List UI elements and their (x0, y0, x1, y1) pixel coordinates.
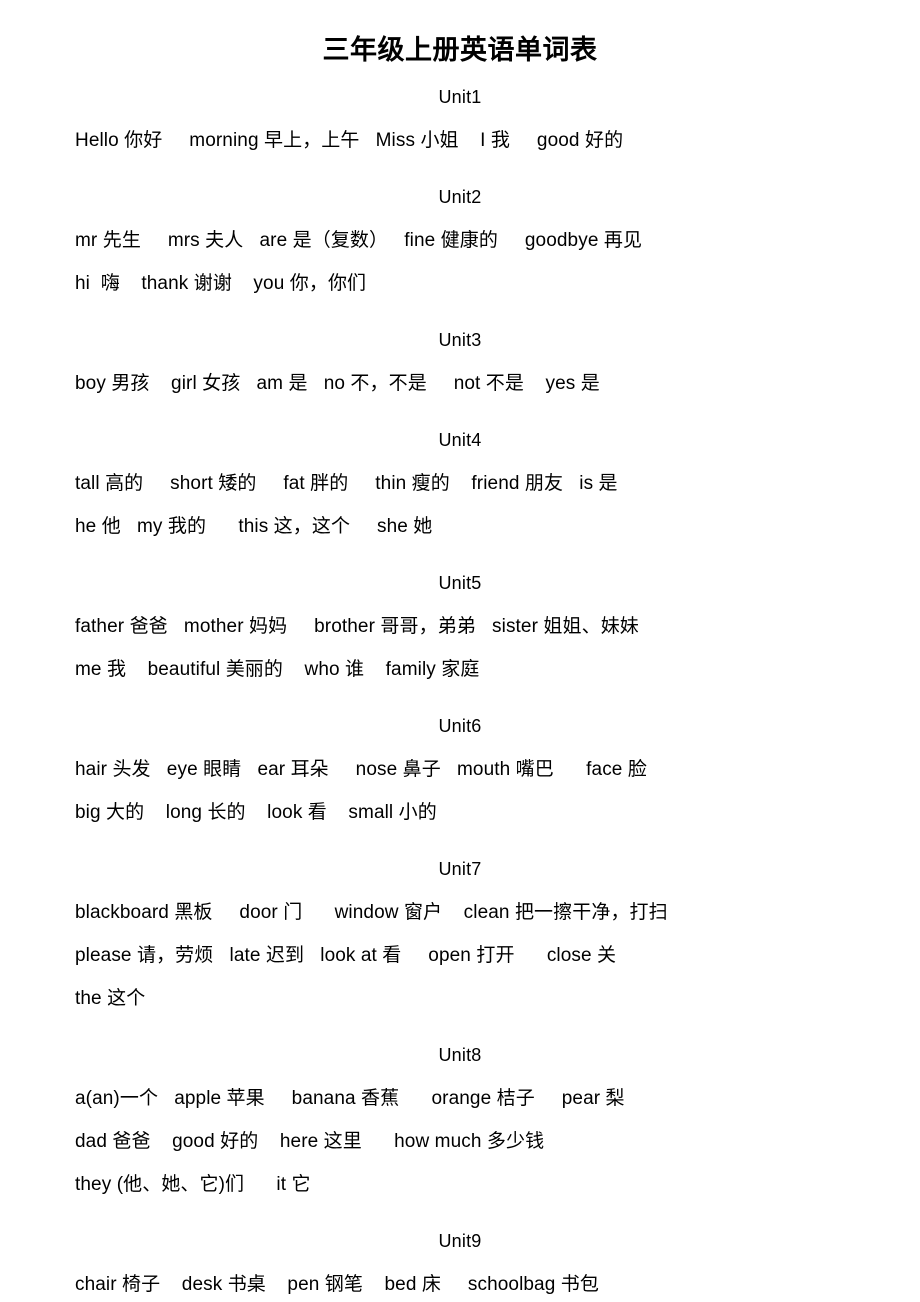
word-line: dad 爸爸 good 好的 here 这里 how much 多少钱 (75, 1130, 545, 1152)
word-line: boy 男孩 girl 女孩 am 是 no 不，不是 not 不是 yes 是 (75, 372, 600, 394)
word-line: blackboard 黑板 door 门 window 窗户 clean 把一擦… (75, 901, 668, 923)
word-line: the 这个 (75, 987, 146, 1009)
unit-spacer (75, 834, 845, 848)
document-page: 三年级上册英语单词表 Unit1 Hello 你好 morning 早上，上午 M… (0, 0, 920, 1302)
unit-spacer (75, 548, 845, 562)
word-line: hair 头发 eye 眼睛 ear 耳朵 nose 鼻子 mouth 嘴巴 f… (75, 758, 647, 780)
unit-block: Unit6 hair 头发 eye 眼睛 ear 耳朵 nose 鼻子 mouth… (75, 691, 845, 834)
document-content: 三年级上册英语单词表 Unit1 Hello 你好 morning 早上，上午 M… (0, 0, 920, 1302)
unit-heading-2: Unit2 (438, 186, 482, 207)
word-line: me 我 beautiful 美丽的 who 谁 family 家庭 (75, 658, 480, 680)
word-line: big 大的 long 长的 look 看 small 小的 (75, 801, 437, 823)
word-line: hi 嗨 thank 谢谢 you 你，你们 (75, 272, 367, 294)
unit-block: Unit5 father 爸爸 mother 妈妈 brother 哥哥，弟弟 s… (75, 548, 845, 691)
unit-spacer (75, 305, 845, 319)
word-line: Hello 你好 morning 早上，上午 Miss 小姐 I 我 good … (75, 129, 624, 151)
unit-heading-5: Unit5 (438, 572, 482, 593)
unit-block: Unit3 boy 男孩 girl 女孩 am 是 no 不，不是 not 不是 … (75, 305, 845, 405)
word-line: a(an)一个 apple 苹果 banana 香蕉 orange 桔子 pea… (75, 1087, 625, 1109)
word-line: mr 先生 mrs 夫人 are 是（复数） fine 健康的 goodbye … (75, 229, 643, 251)
word-line: chair 椅子 desk 书桌 pen 钢笔 bed 床 schoolbag … (75, 1273, 599, 1295)
unit-heading-6: Unit6 (438, 715, 482, 736)
unit-spacer (75, 162, 845, 176)
unit-spacer (75, 405, 845, 419)
unit-heading-8: Unit8 (438, 1044, 482, 1065)
word-line: they (他、她、它)们 it 它 (75, 1173, 311, 1195)
unit-block: Unit7 blackboard 黑板 door 门 window 窗户 clea… (75, 834, 845, 1020)
unit-spacer (75, 1020, 845, 1034)
unit-block: Unit2 mr 先生 mrs 夫人 are 是（复数） fine 健康的 goo… (75, 162, 845, 305)
unit-heading-7: Unit7 (438, 858, 482, 879)
unit-block: Unit4 tall 高的 short 矮的 fat 胖的 thin 瘦的 fri… (75, 405, 845, 548)
unit-heading-3: Unit3 (438, 329, 482, 350)
unit-block: Unit1 Hello 你好 morning 早上，上午 Miss 小姐 I 我 … (75, 68, 845, 162)
unit-spacer (75, 68, 845, 76)
unit-spacer (75, 1206, 845, 1220)
word-line: tall 高的 short 矮的 fat 胖的 thin 瘦的 friend 朋… (75, 472, 618, 494)
unit-heading-9: Unit9 (438, 1230, 482, 1251)
unit-block: Unit9 chair 椅子 desk 书桌 pen 钢笔 bed 床 schoo… (75, 1206, 845, 1302)
unit-spacer (75, 691, 845, 705)
word-line: he 他 my 我的 this 这，这个 she 她 (75, 515, 433, 537)
unit-heading-4: Unit4 (438, 429, 482, 450)
word-line: father 爸爸 mother 妈妈 brother 哥哥，弟弟 sister… (75, 615, 639, 637)
page-title: 三年级上册英语单词表 (322, 35, 598, 65)
unit-list: Unit1 Hello 你好 morning 早上，上午 Miss 小姐 I 我 … (75, 68, 845, 1302)
unit-heading-1: Unit1 (438, 86, 482, 107)
unit-block: Unit8 a(an)一个 apple 苹果 banana 香蕉 orange 桔… (75, 1020, 845, 1206)
word-line: please 请，劳烦 late 迟到 look at 看 open 打开 cl… (75, 944, 617, 966)
